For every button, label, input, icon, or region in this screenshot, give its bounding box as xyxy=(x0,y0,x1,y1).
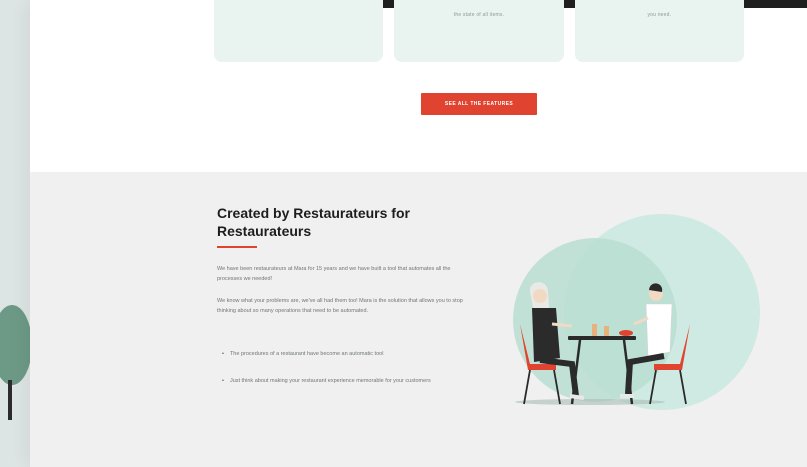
about-paragraph: We know what your problems are, we've al… xyxy=(217,298,463,314)
feature-cards: the state of all items. you need. xyxy=(214,0,744,62)
feature-card-text: the state of all items. xyxy=(453,12,505,18)
about-heading: Created by Restaurateurs for Restaurateu… xyxy=(217,205,410,239)
bullet-icon: • xyxy=(222,351,224,357)
restaurateurs-illustration xyxy=(513,214,760,410)
bullet-icon: • xyxy=(222,378,224,384)
bullet-text: The procedures of a restaurant have beco… xyxy=(229,351,384,357)
feature-card-text: you need. xyxy=(647,12,672,18)
feature-card xyxy=(214,0,384,62)
bullet-text: Just think about making your restaurant … xyxy=(229,378,431,384)
about-paragraph: We have been restaurateurs at Mara for 1… xyxy=(217,266,451,282)
about-bullet: • The procedures of a restaurant have bec… xyxy=(222,349,462,359)
feature-card: the state of all items. xyxy=(394,0,564,62)
heading-underline xyxy=(217,246,257,248)
see-all-features-button[interactable]: SEE ALL THE FEATURES xyxy=(421,93,537,115)
feature-card: you need. xyxy=(574,0,744,62)
about-bullet: • Just think about making your restaurant… xyxy=(222,376,462,386)
plant-decoration xyxy=(0,305,30,420)
